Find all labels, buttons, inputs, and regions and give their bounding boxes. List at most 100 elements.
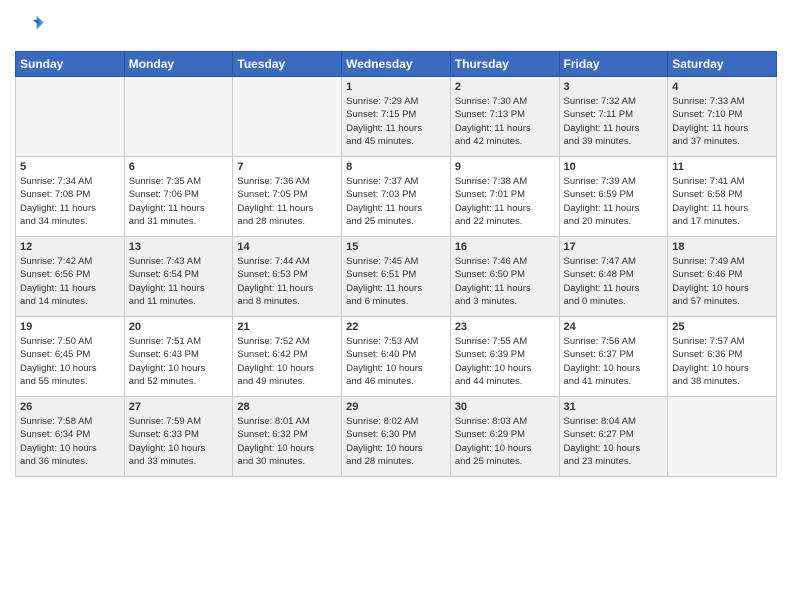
day-number: 11: [672, 161, 772, 173]
day-info: Sunrise: 7:32 AM Sunset: 7:11 PM Dayligh…: [564, 95, 664, 148]
day-number: 27: [129, 401, 229, 413]
calendar-cell: 14 Sunrise: 7:44 AM Sunset: 6:53 PM Dayli…: [233, 237, 342, 317]
calendar-cell: 4 Sunrise: 7:33 AM Sunset: 7:10 PM Daylig…: [668, 77, 777, 157]
calendar-cell: [233, 77, 342, 157]
day-info: Sunrise: 7:46 AM Sunset: 6:50 PM Dayligh…: [455, 255, 555, 308]
day-info: Sunrise: 7:45 AM Sunset: 6:51 PM Dayligh…: [346, 255, 446, 308]
day-info: Sunrise: 7:47 AM Sunset: 6:48 PM Dayligh…: [564, 255, 664, 308]
day-info: Sunrise: 7:56 AM Sunset: 6:37 PM Dayligh…: [564, 335, 664, 388]
logo: [15, 10, 45, 43]
day-info: Sunrise: 8:02 AM Sunset: 6:30 PM Dayligh…: [346, 415, 446, 468]
weekday-header: Tuesday: [233, 52, 342, 77]
calendar-cell: 10 Sunrise: 7:39 AM Sunset: 6:59 PM Dayli…: [559, 157, 668, 237]
calendar-week-row: 5 Sunrise: 7:34 AM Sunset: 7:08 PM Daylig…: [16, 157, 777, 237]
day-number: 10: [564, 161, 664, 173]
day-number: 17: [564, 241, 664, 253]
calendar-cell: 15 Sunrise: 7:45 AM Sunset: 6:51 PM Dayli…: [342, 237, 451, 317]
calendar-cell: 8 Sunrise: 7:37 AM Sunset: 7:03 PM Daylig…: [342, 157, 451, 237]
calendar-cell: 24 Sunrise: 7:56 AM Sunset: 6:37 PM Dayli…: [559, 317, 668, 397]
day-number: 24: [564, 321, 664, 333]
calendar-cell: 29Sunrise: 8:02 AM Sunset: 6:30 PM Dayli…: [342, 397, 451, 477]
day-number: 22: [346, 321, 446, 333]
day-number: 16: [455, 241, 555, 253]
day-number: 13: [129, 241, 229, 253]
calendar-week-row: 19 Sunrise: 7:50 AM Sunset: 6:45 PM Dayli…: [16, 317, 777, 397]
calendar-cell: 13 Sunrise: 7:43 AM Sunset: 6:54 PM Dayli…: [124, 237, 233, 317]
calendar-cell: 3 Sunrise: 7:32 AM Sunset: 7:11 PM Daylig…: [559, 77, 668, 157]
day-info: Sunrise: 8:01 AM Sunset: 6:32 PM Dayligh…: [237, 415, 337, 468]
calendar-cell: 7 Sunrise: 7:36 AM Sunset: 7:05 PM Daylig…: [233, 157, 342, 237]
day-number: 4: [672, 81, 772, 93]
day-info: Sunrise: 7:51 AM Sunset: 6:43 PM Dayligh…: [129, 335, 229, 388]
day-info: Sunrise: 7:29 AM Sunset: 7:15 PM Dayligh…: [346, 95, 446, 148]
day-info: Sunrise: 7:30 AM Sunset: 7:13 PM Dayligh…: [455, 95, 555, 148]
calendar-header-row: SundayMondayTuesdayWednesdayThursdayFrid…: [16, 52, 777, 77]
day-info: Sunrise: 7:39 AM Sunset: 6:59 PM Dayligh…: [564, 175, 664, 228]
day-number: 7: [237, 161, 337, 173]
calendar-cell: 12 Sunrise: 7:42 AM Sunset: 6:56 PM Dayli…: [16, 237, 125, 317]
day-info: Sunrise: 7:58 AM Sunset: 6:34 PM Dayligh…: [20, 415, 120, 468]
calendar-cell: 25Sunrise: 7:57 AM Sunset: 6:36 PM Dayli…: [668, 317, 777, 397]
day-info: Sunrise: 7:34 AM Sunset: 7:08 PM Dayligh…: [20, 175, 120, 228]
calendar-cell: 27Sunrise: 7:59 AM Sunset: 6:33 PM Dayli…: [124, 397, 233, 477]
day-number: 15: [346, 241, 446, 253]
calendar-table: SundayMondayTuesdayWednesdayThursdayFrid…: [15, 51, 777, 477]
day-info: Sunrise: 7:50 AM Sunset: 6:45 PM Dayligh…: [20, 335, 120, 388]
calendar-week-row: 1 Sunrise: 7:29 AM Sunset: 7:15 PM Daylig…: [16, 77, 777, 157]
day-info: Sunrise: 7:43 AM Sunset: 6:54 PM Dayligh…: [129, 255, 229, 308]
calendar-cell: 30 Sunrise: 8:03 AM Sunset: 6:29 PM Dayli…: [450, 397, 559, 477]
day-number: 3: [564, 81, 664, 93]
calendar-cell: 18 Sunrise: 7:49 AM Sunset: 6:46 PM Dayli…: [668, 237, 777, 317]
calendar-cell: 17 Sunrise: 7:47 AM Sunset: 6:48 PM Dayli…: [559, 237, 668, 317]
calendar-cell: [124, 77, 233, 157]
day-info: Sunrise: 7:41 AM Sunset: 6:58 PM Dayligh…: [672, 175, 772, 228]
day-info: Sunrise: 7:44 AM Sunset: 6:53 PM Dayligh…: [237, 255, 337, 308]
day-info: Sunrise: 8:04 AM Sunset: 6:27 PM Dayligh…: [564, 415, 664, 468]
day-number: 19: [20, 321, 120, 333]
day-info: Sunrise: 7:42 AM Sunset: 6:56 PM Dayligh…: [20, 255, 120, 308]
day-number: 30: [455, 401, 555, 413]
calendar-cell: 9Sunrise: 7:38 AM Sunset: 7:01 PM Daylig…: [450, 157, 559, 237]
day-info: Sunrise: 7:55 AM Sunset: 6:39 PM Dayligh…: [455, 335, 555, 388]
day-number: 25: [672, 321, 772, 333]
day-number: 6: [129, 161, 229, 173]
logo-icon: [17, 10, 45, 38]
day-info: Sunrise: 7:33 AM Sunset: 7:10 PM Dayligh…: [672, 95, 772, 148]
day-number: 12: [20, 241, 120, 253]
day-number: 21: [237, 321, 337, 333]
calendar-cell: 21 Sunrise: 7:52 AM Sunset: 6:42 PM Dayli…: [233, 317, 342, 397]
calendar-week-row: 12 Sunrise: 7:42 AM Sunset: 6:56 PM Dayli…: [16, 237, 777, 317]
day-number: 2: [455, 81, 555, 93]
day-number: 14: [237, 241, 337, 253]
page-container: SundayMondayTuesdayWednesdayThursdayFrid…: [0, 0, 792, 487]
day-number: 18: [672, 241, 772, 253]
day-info: Sunrise: 7:37 AM Sunset: 7:03 PM Dayligh…: [346, 175, 446, 228]
weekday-header: Friday: [559, 52, 668, 77]
calendar-cell: 19 Sunrise: 7:50 AM Sunset: 6:45 PM Dayli…: [16, 317, 125, 397]
day-info: Sunrise: 8:03 AM Sunset: 6:29 PM Dayligh…: [455, 415, 555, 468]
calendar-cell: 1 Sunrise: 7:29 AM Sunset: 7:15 PM Daylig…: [342, 77, 451, 157]
weekday-header: Monday: [124, 52, 233, 77]
calendar-week-row: 26 Sunrise: 7:58 AM Sunset: 6:34 PM Dayli…: [16, 397, 777, 477]
day-number: 1: [346, 81, 446, 93]
calendar-cell: 26 Sunrise: 7:58 AM Sunset: 6:34 PM Dayli…: [16, 397, 125, 477]
calendar-cell: 31 Sunrise: 8:04 AM Sunset: 6:27 PM Dayli…: [559, 397, 668, 477]
calendar-cell: 6Sunrise: 7:35 AM Sunset: 7:06 PM Daylig…: [124, 157, 233, 237]
day-number: 5: [20, 161, 120, 173]
day-number: 28: [237, 401, 337, 413]
calendar-cell: 23Sunrise: 7:55 AM Sunset: 6:39 PM Dayli…: [450, 317, 559, 397]
weekday-header: Thursday: [450, 52, 559, 77]
day-number: 31: [564, 401, 664, 413]
day-info: Sunrise: 7:52 AM Sunset: 6:42 PM Dayligh…: [237, 335, 337, 388]
page-header: [15, 10, 777, 43]
day-number: 26: [20, 401, 120, 413]
calendar-cell: [16, 77, 125, 157]
calendar-cell: 11 Sunrise: 7:41 AM Sunset: 6:58 PM Dayli…: [668, 157, 777, 237]
calendar-cell: [668, 397, 777, 477]
day-info: Sunrise: 7:53 AM Sunset: 6:40 PM Dayligh…: [346, 335, 446, 388]
day-info: Sunrise: 7:36 AM Sunset: 7:05 PM Dayligh…: [237, 175, 337, 228]
day-number: 8: [346, 161, 446, 173]
calendar-cell: 22 Sunrise: 7:53 AM Sunset: 6:40 PM Dayli…: [342, 317, 451, 397]
day-info: Sunrise: 7:49 AM Sunset: 6:46 PM Dayligh…: [672, 255, 772, 308]
calendar-cell: 28 Sunrise: 8:01 AM Sunset: 6:32 PM Dayli…: [233, 397, 342, 477]
